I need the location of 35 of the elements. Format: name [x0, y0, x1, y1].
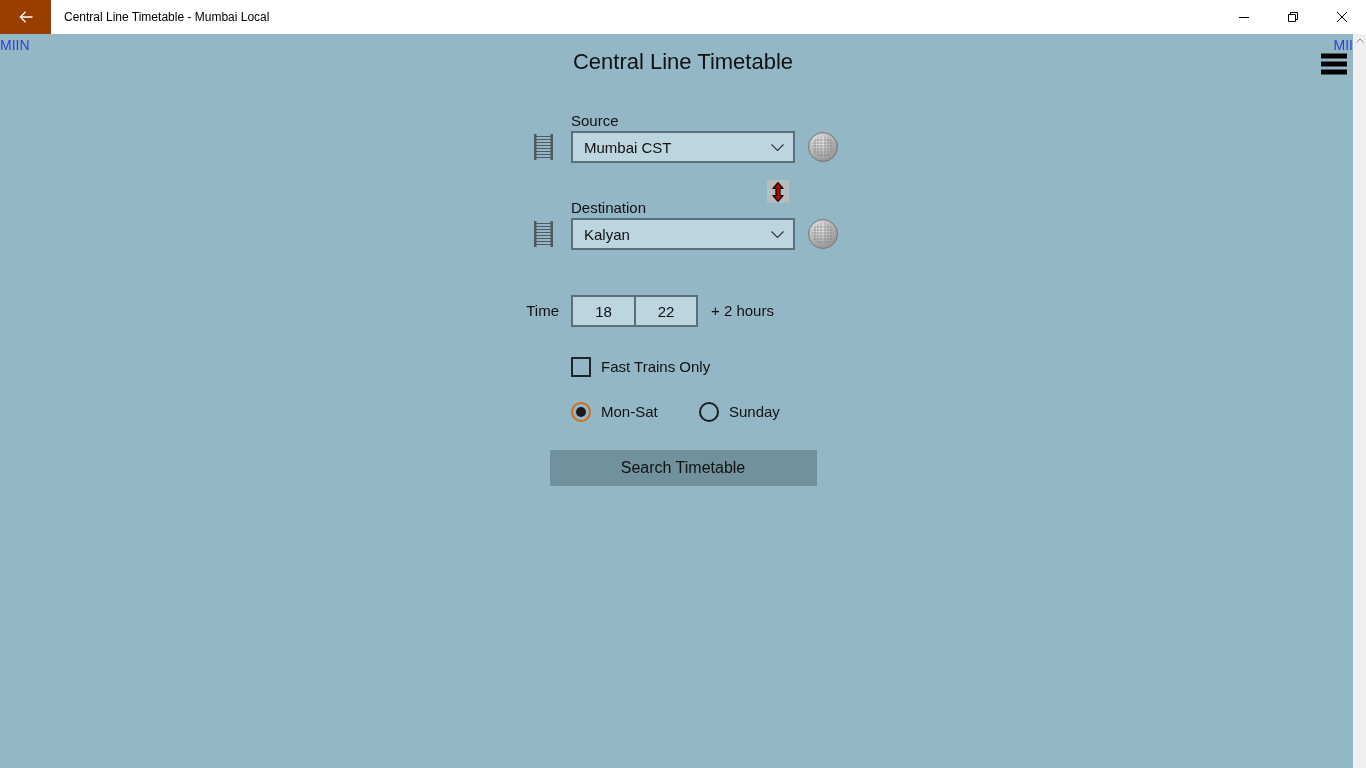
station-dropdown[interactable]: Kalyan — [571, 218, 795, 250]
minimize-icon — [1238, 16, 1249, 18]
scrollbar[interactable] — [1353, 34, 1366, 768]
radio-button[interactable] — [699, 402, 719, 422]
hour-field[interactable]: 18 — [571, 295, 636, 327]
search-button[interactable]: Search Timetable — [549, 450, 817, 486]
restore-icon — [1287, 12, 1298, 22]
time-range-text: + 2 hours — [711, 302, 774, 320]
double-arrow-icon — [772, 181, 784, 202]
time-label: Time — [526, 302, 559, 320]
ladder-icon — [534, 220, 553, 247]
field-label: Destination — [571, 199, 647, 217]
radio-button[interactable] — [571, 402, 591, 422]
globe-icon[interactable] — [808, 218, 838, 249]
corner-text: MIIN — [0, 37, 30, 53]
field-label: Source — [571, 112, 619, 130]
close-icon — [1336, 12, 1347, 22]
chevron-down-icon — [771, 143, 784, 151]
globe-icon[interactable] — [808, 131, 838, 162]
menu-icon[interactable] — [1321, 53, 1347, 75]
corner-text: MII — [1333, 37, 1353, 53]
checkbox[interactable] — [571, 357, 591, 377]
swap-button[interactable] — [767, 180, 789, 203]
back-arrow-icon — [18, 11, 33, 23]
radio-label: Sunday — [729, 403, 780, 421]
ladder-icon — [534, 133, 553, 160]
window-title: Central Line Timetable - Mumbai Local — [64, 9, 270, 25]
page-title: Central Line Timetable — [572, 49, 794, 75]
back-button[interactable] — [0, 0, 51, 34]
chevron-down-icon — [771, 230, 784, 238]
station-dropdown[interactable]: Mumbai CST — [571, 131, 795, 163]
checkbox-label: Fast Trains Only — [601, 358, 711, 376]
radio-label: Mon-Sat — [601, 403, 658, 421]
minute-field[interactable]: 22 — [636, 295, 698, 327]
scroll-up-icon — [1355, 38, 1364, 43]
